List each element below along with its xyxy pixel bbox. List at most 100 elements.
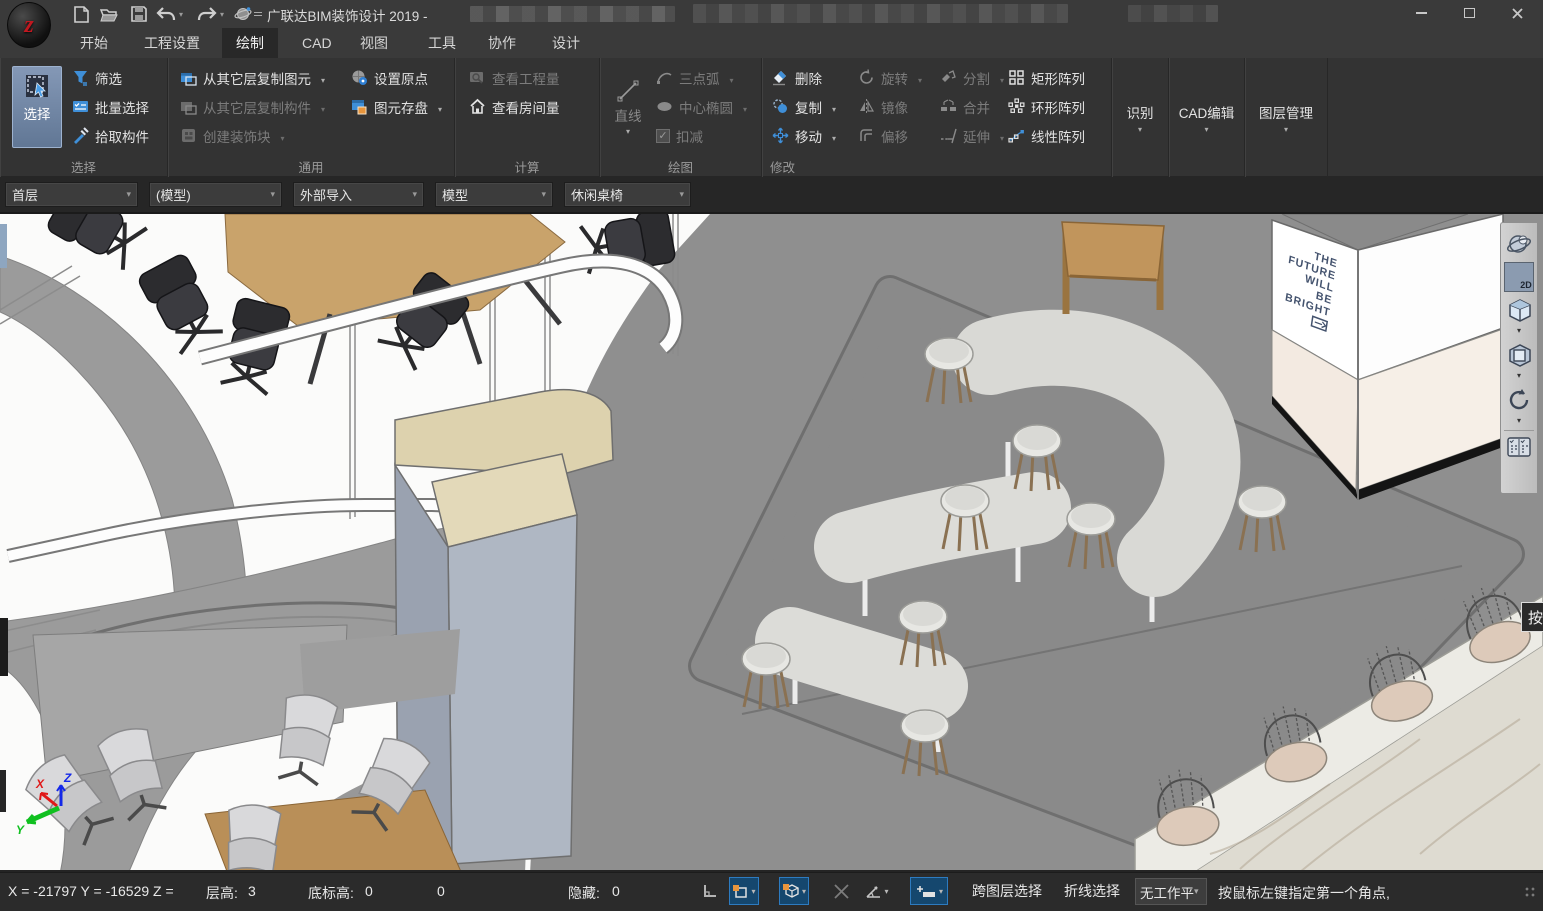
view-toolbar: 2D ▾ ▾ ▾ — [1500, 222, 1537, 494]
recognize-button[interactable]: 识别 — [1112, 62, 1168, 174]
undo-icon[interactable] — [155, 4, 177, 24]
delete-button[interactable]: 删除 — [772, 63, 836, 92]
ribbon-group-recognize: 识别 — [1112, 58, 1169, 177]
view-2d-button[interactable]: 2D — [1504, 262, 1534, 292]
ribbon: 选择 筛选 批量选择 拾取构件 选择 — [0, 58, 1543, 177]
workplane-select[interactable]: 无工作平面 — [1135, 878, 1207, 905]
rect-snap-toggle-button[interactable]: ▾ — [729, 877, 759, 905]
mid-value[interactable]: 0 — [437, 883, 445, 899]
tab-design[interactable]: 设计 — [538, 28, 594, 58]
ortho-view-button[interactable] — [1504, 340, 1534, 370]
group-label-select: 选择 — [0, 157, 167, 176]
redo-icon[interactable] — [196, 4, 218, 24]
rect-array-button[interactable]: 矩形阵列 — [1008, 63, 1085, 92]
copy-from-layer-component-button[interactable]: 从其它层复制构件 — [180, 92, 325, 121]
center-ellipse-button[interactable]: 中心椭圆 — [656, 92, 747, 121]
house-icon — [469, 98, 486, 115]
base-elev-value[interactable]: 0 — [365, 883, 373, 899]
view-room-button[interactable]: 查看房间量 — [469, 92, 560, 121]
mirror-button[interactable]: 镜像 — [858, 92, 922, 121]
cursor-tooltip: 按 — [1521, 602, 1543, 632]
redo-dropdown-icon[interactable]: ▾ — [217, 4, 227, 24]
title-separator-icon — [254, 12, 262, 16]
ring-array-icon — [1008, 98, 1025, 115]
orbit-view-button[interactable] — [1504, 229, 1534, 259]
polyline-select-button[interactable]: 折线选择 — [1064, 881, 1120, 901]
create-block-button[interactable]: 创建装饰块 — [180, 121, 325, 150]
cross-layer-select-button[interactable]: 跨图层选择 — [972, 881, 1042, 901]
tab-collab[interactable]: 协作 — [474, 28, 530, 58]
floor-select[interactable]: 首层 — [5, 182, 138, 207]
close-button[interactable] — [1494, 0, 1540, 26]
tab-tools[interactable]: 工具 — [414, 28, 470, 58]
funnel-icon — [72, 69, 89, 86]
tracking-toggle-button[interactable]: ▾ — [910, 877, 948, 905]
floor-height-value[interactable]: 3 — [248, 883, 256, 899]
three-point-arc-button[interactable]: 三点弧 — [656, 63, 747, 92]
ortho-view-dropdown-icon[interactable]: ▾ — [1517, 373, 1521, 382]
maximize-button[interactable] — [1446, 0, 1492, 26]
deduct-checkbox[interactable]: ✓ 扣减 — [656, 121, 747, 150]
hidden-label: 隐藏: — [568, 883, 600, 903]
open-file-icon[interactable] — [98, 4, 120, 24]
set-origin-button[interactable]: 设置原点 — [351, 63, 442, 92]
tab-settings[interactable]: 工程设置 — [130, 28, 214, 58]
tab-draw[interactable]: 绘制 — [222, 28, 278, 58]
line-tool-button[interactable]: 直线 — [606, 66, 650, 148]
mirror-icon — [858, 98, 875, 115]
title-bar: ▾ ▾ 广联达BIM装饰设计 2019 - — [0, 0, 1543, 28]
tab-start[interactable]: 开始 — [66, 28, 122, 58]
merge-button[interactable]: 合并 — [940, 92, 1004, 121]
tab-view[interactable]: 视图 — [346, 28, 402, 58]
cube-snap-toggle-button[interactable]: ▾ — [779, 877, 809, 905]
rotate-button[interactable]: 旋转 — [858, 63, 922, 92]
view-quantity-button[interactable]: 查看工程量 — [469, 63, 560, 92]
block-icon — [180, 127, 197, 144]
source-select[interactable]: 外部导入 — [293, 182, 424, 207]
arc-icon — [656, 69, 673, 86]
edge-sliver-dark — [0, 618, 8, 676]
app-logo[interactable]: z — [7, 2, 51, 48]
undo-dropdown-icon[interactable]: ▾ — [176, 4, 186, 24]
ring-array-button[interactable]: 环形阵列 — [1008, 92, 1085, 121]
split-button[interactable]: 分割 — [940, 63, 1004, 92]
model-filter-select[interactable]: (模型) — [149, 182, 282, 207]
batch-select-button[interactable]: 批量选择 — [72, 92, 149, 121]
edge-sliver-dark2 — [0, 770, 6, 812]
hidden-value[interactable]: 0 — [612, 883, 620, 899]
component-select[interactable]: 休闲桌椅 — [564, 182, 691, 207]
rotate-view-dropdown-icon[interactable]: ▾ — [1517, 418, 1521, 427]
ribbon-group-cad-edit: CAD编辑 — [1169, 58, 1245, 177]
type-select[interactable]: 模型 — [435, 182, 553, 207]
minimize-button[interactable] — [1398, 0, 1444, 26]
copy-from-layer-element-button[interactable]: 从其它层复制图元 — [180, 63, 325, 92]
angle-snap-button[interactable]: ▾ — [862, 877, 892, 905]
app-title: 广联达BIM装饰设计 2019 - — [267, 5, 428, 25]
resize-grip[interactable] — [1525, 887, 1537, 899]
select-tool-button[interactable]: 选择 — [12, 66, 62, 148]
viewport-3d[interactable]: X Z Y — [0, 212, 1543, 872]
new-file-icon[interactable] — [70, 4, 92, 24]
offset-button[interactable]: 偏移 — [858, 121, 922, 150]
svg-text:X: X — [35, 777, 45, 791]
linear-array-button[interactable]: 线性阵列 — [1008, 121, 1085, 150]
cross-snap-button[interactable] — [826, 877, 856, 905]
layer-manage-button[interactable]: 图层管理 — [1245, 62, 1327, 174]
select-tool-label: 选择 — [24, 103, 51, 123]
save-icon[interactable] — [128, 4, 150, 24]
save-element-button[interactable]: 图元存盘 — [351, 92, 442, 121]
filter-button[interactable]: 筛选 — [72, 63, 149, 92]
tab-cad[interactable]: CAD — [288, 28, 346, 58]
cad-edit-button[interactable]: CAD编辑 — [1169, 62, 1244, 174]
move-button[interactable]: 移动 — [772, 121, 836, 150]
iso-view-button[interactable] — [1504, 295, 1534, 325]
extend-button[interactable]: 延伸 — [940, 121, 1004, 150]
planet-icon[interactable] — [232, 4, 254, 24]
offset-icon — [858, 127, 875, 144]
display-settings-button[interactable] — [1504, 430, 1534, 460]
rotate-view-button[interactable] — [1504, 385, 1534, 415]
iso-view-dropdown-icon[interactable]: ▾ — [1517, 328, 1521, 337]
copy-button[interactable]: 复制 — [772, 92, 836, 121]
ucs-toggle-button[interactable] — [695, 877, 725, 905]
pick-component-button[interactable]: 拾取构件 — [72, 121, 149, 150]
